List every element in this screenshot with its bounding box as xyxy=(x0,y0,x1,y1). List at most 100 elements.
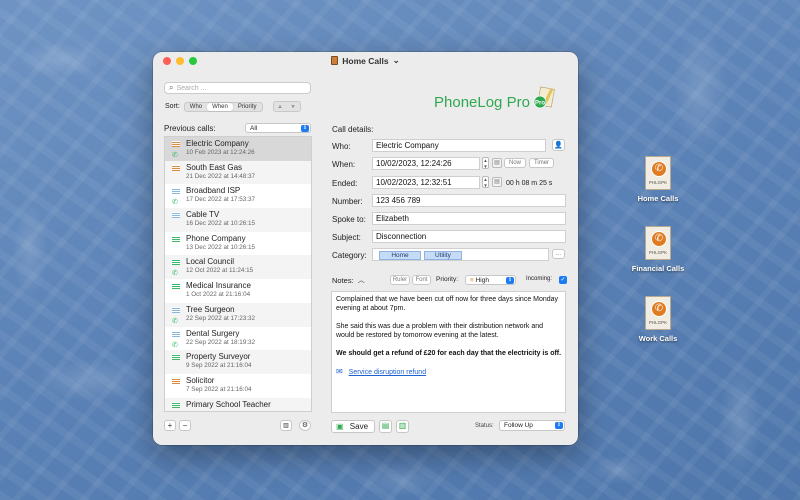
call-date: 13 Dec 2022 at 10:26:15 xyxy=(186,243,255,251)
priority-lines-icon xyxy=(172,377,180,384)
gear-icon[interactable]: ⚙ xyxy=(299,420,311,431)
sort-descending-button[interactable]: ▿ xyxy=(287,102,300,111)
call-list-item[interactable]: ✆ Dental Surgery 22 Sep 2022 at 18:19:32 xyxy=(165,327,311,351)
desktop-file-label: Home Calls xyxy=(637,194,679,203)
status-select[interactable]: Follow Up ⇕ xyxy=(499,420,565,431)
desktop-file-financial-calls[interactable]: ✆ PHLGPK Financial Calls xyxy=(623,226,693,273)
call-list-item[interactable]: Medical Insurance 1 Oct 2022 at 21:16:04 xyxy=(165,279,311,303)
export-icon[interactable]: ▤ xyxy=(379,420,392,433)
call-date: 9 Sep 2022 at 21:16:04 xyxy=(186,362,252,370)
window-title[interactable]: Home Calls ⌄ xyxy=(331,55,400,66)
title-bar[interactable]: Home Calls ⌄ xyxy=(153,52,578,69)
notes-text-area[interactable]: Complained that we have been cut off now… xyxy=(331,291,566,413)
number-field[interactable]: 123 456 789 xyxy=(372,194,566,207)
call-date: 10 Feb 2023 at 12:24:26 xyxy=(186,149,255,156)
phonelog-file-icon: ✆ PHLGPK xyxy=(645,156,671,190)
search-input[interactable]: ⌕ Search ... xyxy=(164,82,311,94)
remove-call-button[interactable]: − xyxy=(179,420,191,431)
minimize-button[interactable] xyxy=(176,57,184,65)
sort-priority-button[interactable]: Priority xyxy=(233,103,262,111)
incoming-checkbox[interactable]: ✓ xyxy=(559,276,567,284)
sort-who-button[interactable]: Who xyxy=(185,103,207,111)
ended-field[interactable]: 10/02/2023, 12:32:51 xyxy=(372,176,480,189)
phone-badge-icon: ✆ xyxy=(651,231,667,247)
who-label: Who: xyxy=(332,142,351,151)
zoom-button[interactable] xyxy=(189,57,197,65)
priority-lines-icon xyxy=(172,354,180,361)
notes-paragraph: Complained that we have been cut off now… xyxy=(336,296,559,312)
call-name: Phone Company xyxy=(186,233,246,243)
close-button[interactable] xyxy=(163,57,171,65)
call-list-item[interactable]: ✆ Electric Company 10 Feb 2023 at 12:24:26 xyxy=(165,137,311,161)
calendar-icon[interactable]: ▤ xyxy=(492,158,502,168)
chevron-down-icon: ⌄ xyxy=(392,55,400,65)
notes-paragraph: She said this was due a problem with the… xyxy=(336,323,543,339)
call-name: Dental Surgery xyxy=(186,328,240,338)
sort-ascending-button[interactable]: ▵ xyxy=(274,102,287,111)
font-button[interactable]: Font xyxy=(412,275,431,285)
call-details-label: Call details: xyxy=(332,125,374,134)
search-placeholder: Search ... xyxy=(176,84,207,92)
duration-readout: 00 h 08 m 25 s xyxy=(506,180,553,187)
app-window: Home Calls ⌄ ⌕ Search ... Sort: Who When… xyxy=(153,52,578,445)
sort-when-button[interactable]: When xyxy=(207,102,233,111)
category-more-button[interactable]: ... xyxy=(552,249,565,259)
priority-select[interactable]: ≡ High ⇕ xyxy=(465,275,516,285)
phone-icon: ✆ xyxy=(172,270,178,278)
phone-badge-icon: ✆ xyxy=(651,301,667,317)
call-list-item[interactable]: Solicitor 7 Sep 2022 at 21:16:04 xyxy=(165,374,311,398)
who-field[interactable]: Electric Company xyxy=(372,139,546,152)
when-field[interactable]: 10/02/2023, 12:24:26 xyxy=(372,157,480,170)
category-field[interactable]: Home Utility xyxy=(372,248,549,261)
desktop-file-home-calls[interactable]: ✆ PHLGPK Home Calls xyxy=(623,156,693,203)
phone-badge-icon: ✆ xyxy=(651,161,667,177)
subject-field[interactable]: Disconnection xyxy=(372,230,566,243)
desktop-file-label: Financial Calls xyxy=(631,264,685,273)
category-chip-utility[interactable]: Utility xyxy=(424,251,462,260)
priority-lines-icon xyxy=(172,306,180,313)
ruler-button[interactable]: Ruler xyxy=(390,275,410,285)
priority-label: Priority: xyxy=(436,276,459,283)
incoming-label: Incoming: xyxy=(526,276,553,282)
service-refund-link[interactable]: Service disruption refund xyxy=(349,369,426,376)
priority-lines-icon xyxy=(172,283,180,290)
category-chip-home[interactable]: Home xyxy=(379,251,421,260)
call-list-item[interactable]: ✆ Broadband ISP 17 Dec 2022 at 17:53:37 xyxy=(165,184,311,208)
sort-row: Sort: Who When Priority ▵ ▿ xyxy=(165,101,301,112)
now-button[interactable]: Now xyxy=(504,158,526,168)
ended-stepper[interactable]: ▲ ▼ xyxy=(482,176,489,188)
sort-segmented-control: Who When Priority xyxy=(183,101,263,112)
calendar-icon[interactable]: ▤ xyxy=(492,177,502,187)
import-icon[interactable]: ▥ xyxy=(396,420,409,433)
desktop-file-work-calls[interactable]: ✆ PHLGPK Work Calls xyxy=(623,296,693,343)
priority-lines-icon xyxy=(172,259,180,266)
sort-label: Sort: xyxy=(165,103,180,110)
call-name: Broadband ISP xyxy=(186,186,241,196)
phone-icon: ✆ xyxy=(172,152,178,159)
list-actions: + − xyxy=(164,420,191,431)
status-value: Follow Up xyxy=(504,422,533,429)
priority-lines-icon xyxy=(172,235,180,242)
call-list-item[interactable]: Primary School Teacher xyxy=(165,397,311,411)
when-stepper[interactable]: ▲ ▼ xyxy=(482,157,489,169)
file-extension-label: PHLGPK xyxy=(648,180,668,185)
timer-button[interactable]: Timer xyxy=(529,158,554,168)
spoke-to-field[interactable]: Elizabeth xyxy=(372,212,566,225)
call-list-item[interactable]: South East Gas 21 Dec 2022 at 14:48:37 xyxy=(165,160,311,185)
call-list-item[interactable]: ✆ Tree Surgeon 22 Sep 2022 at 17:23:32 xyxy=(165,302,311,327)
chevron-up-icon[interactable]: ︿ xyxy=(358,275,365,285)
priority-lines-icon xyxy=(172,212,180,219)
filter-select[interactable]: All ⇕ xyxy=(245,123,311,133)
save-button[interactable]: ▣ Save xyxy=(331,420,375,433)
desktop-file-label: Work Calls xyxy=(638,334,678,343)
contact-picker-button[interactable]: 👤 xyxy=(552,139,565,151)
calls-list[interactable]: ✆ Electric Company 10 Feb 2023 at 12:24:26… xyxy=(164,136,312,412)
call-list-item[interactable]: Phone Company 13 Dec 2022 at 10:26:15 xyxy=(165,232,311,256)
call-list-item[interactable]: Property Surveyor 9 Sep 2022 at 21:16:04 xyxy=(165,350,311,374)
call-list-item[interactable]: ✆ Local Council 12 Oct 2022 at 11:24:15 xyxy=(165,255,311,280)
window-title-text: Home Calls xyxy=(342,55,389,66)
phone-icon: ✆ xyxy=(172,199,178,207)
call-list-item[interactable]: Cable TV 16 Dec 2022 at 10:26:15 xyxy=(165,208,311,232)
columns-icon[interactable]: ▥ xyxy=(280,420,292,431)
add-call-button[interactable]: + xyxy=(164,420,176,431)
